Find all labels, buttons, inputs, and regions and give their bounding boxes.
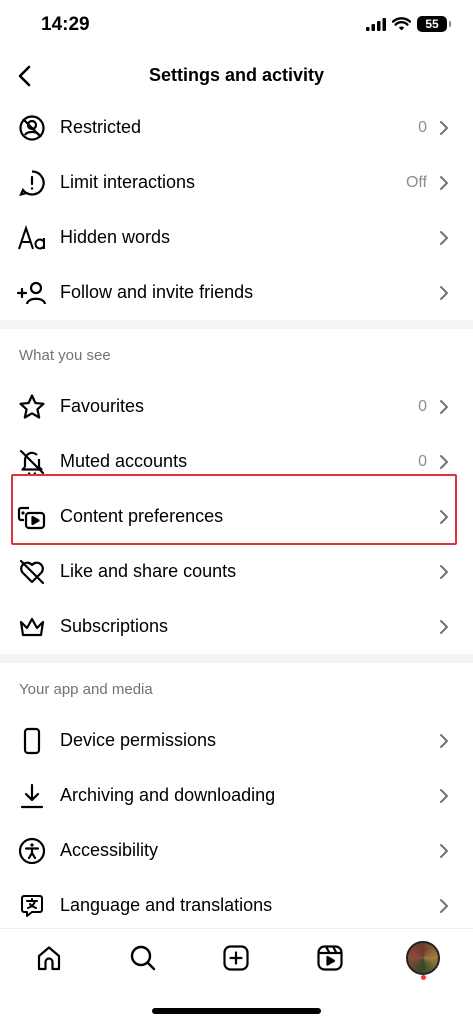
download-icon bbox=[17, 781, 47, 811]
status-icons: 55 bbox=[366, 16, 451, 32]
profile-avatar[interactable] bbox=[406, 941, 440, 975]
home-indicator bbox=[152, 1008, 321, 1014]
bottom-tab-bar bbox=[0, 928, 473, 991]
row-archiving-downloading[interactable]: Archiving and downloading bbox=[0, 768, 473, 823]
signal-icon bbox=[366, 17, 386, 31]
row-value: 0 bbox=[418, 397, 427, 415]
row-label: Limit interactions bbox=[60, 172, 196, 192]
section-title-what-you-see: What you see bbox=[19, 347, 111, 364]
home-icon[interactable] bbox=[32, 941, 66, 975]
chevron-right-icon bbox=[439, 564, 455, 580]
row-label: Restricted bbox=[60, 117, 142, 137]
chevron-right-icon bbox=[439, 843, 455, 859]
row-restricted[interactable]: Restricted 0 bbox=[0, 100, 473, 155]
row-label: Muted accounts bbox=[60, 451, 188, 471]
chevron-right-icon bbox=[439, 120, 455, 136]
row-label: Language and translations bbox=[60, 895, 273, 915]
chevron-right-icon bbox=[439, 175, 455, 191]
row-label: Archiving and downloading bbox=[60, 785, 276, 805]
row-muted-accounts[interactable]: Muted accounts 0 bbox=[0, 434, 473, 489]
chevron-right-icon bbox=[439, 509, 455, 525]
hidden-words-icon bbox=[17, 223, 47, 253]
section-divider bbox=[0, 320, 473, 329]
create-icon[interactable] bbox=[219, 941, 253, 975]
follow-invite-icon bbox=[17, 278, 47, 308]
row-value: 0 bbox=[418, 452, 427, 470]
row-value: Off bbox=[405, 173, 427, 191]
row-accessibility[interactable]: Accessibility bbox=[0, 823, 473, 878]
row-limit-interactions[interactable]: Limit interactions Off bbox=[0, 155, 473, 210]
content-preferences-icon bbox=[17, 502, 47, 532]
phone-icon bbox=[17, 726, 47, 756]
muted-bell-icon bbox=[17, 447, 47, 477]
row-follow-invite[interactable]: Follow and invite friends bbox=[0, 265, 473, 320]
row-label: Device permissions bbox=[60, 730, 217, 750]
row-device-permissions[interactable]: Device permissions bbox=[0, 713, 473, 768]
accessibility-icon bbox=[17, 836, 47, 866]
section-title-your-app: Your app and media bbox=[19, 681, 153, 698]
section-divider bbox=[0, 654, 473, 663]
row-value: 0 bbox=[418, 118, 427, 136]
chevron-right-icon bbox=[439, 454, 455, 470]
page-title: Settings and activity bbox=[148, 65, 325, 85]
limit-interactions-icon bbox=[17, 168, 47, 198]
row-subscriptions[interactable]: Subscriptions bbox=[0, 599, 473, 654]
row-label: Content preferences bbox=[60, 506, 224, 526]
chevron-right-icon bbox=[439, 285, 455, 301]
status-time: 14:29 bbox=[41, 14, 90, 35]
settings-list: Restricted 0 Limit interactions Off Hidd… bbox=[0, 100, 473, 933]
row-label: Follow and invite friends bbox=[60, 282, 254, 302]
row-language-translations[interactable]: Language and translations bbox=[0, 878, 473, 933]
row-hidden-words[interactable]: Hidden words bbox=[0, 210, 473, 265]
row-content-preferences[interactable]: Content preferences bbox=[0, 489, 473, 544]
status-bar: 14:29 55 bbox=[0, 0, 473, 52]
row-favourites[interactable]: Favourites 0 bbox=[0, 379, 473, 434]
crown-icon bbox=[17, 612, 47, 642]
heart-off-icon bbox=[17, 557, 47, 587]
header: Settings and activity bbox=[0, 52, 473, 100]
search-icon[interactable] bbox=[126, 941, 160, 975]
chevron-right-icon bbox=[439, 898, 455, 914]
chevron-right-icon bbox=[439, 788, 455, 804]
notification-dot bbox=[421, 975, 426, 980]
chevron-right-icon bbox=[439, 230, 455, 246]
avatar bbox=[406, 941, 440, 975]
row-like-share-counts[interactable]: Like and share counts bbox=[0, 544, 473, 599]
star-icon bbox=[17, 392, 47, 422]
reels-icon[interactable] bbox=[313, 941, 347, 975]
row-label: Like and share counts bbox=[60, 561, 237, 581]
row-label: Subscriptions bbox=[60, 616, 169, 636]
chevron-right-icon bbox=[439, 399, 455, 415]
row-label: Hidden words bbox=[60, 227, 171, 247]
restricted-icon bbox=[17, 113, 47, 143]
row-label: Accessibility bbox=[60, 840, 159, 860]
chevron-right-icon bbox=[439, 733, 455, 749]
translate-icon bbox=[17, 891, 47, 921]
wifi-icon bbox=[392, 17, 411, 31]
chevron-right-icon bbox=[439, 619, 455, 635]
battery-indicator: 55 bbox=[417, 16, 451, 32]
row-label: Favourites bbox=[60, 396, 145, 416]
